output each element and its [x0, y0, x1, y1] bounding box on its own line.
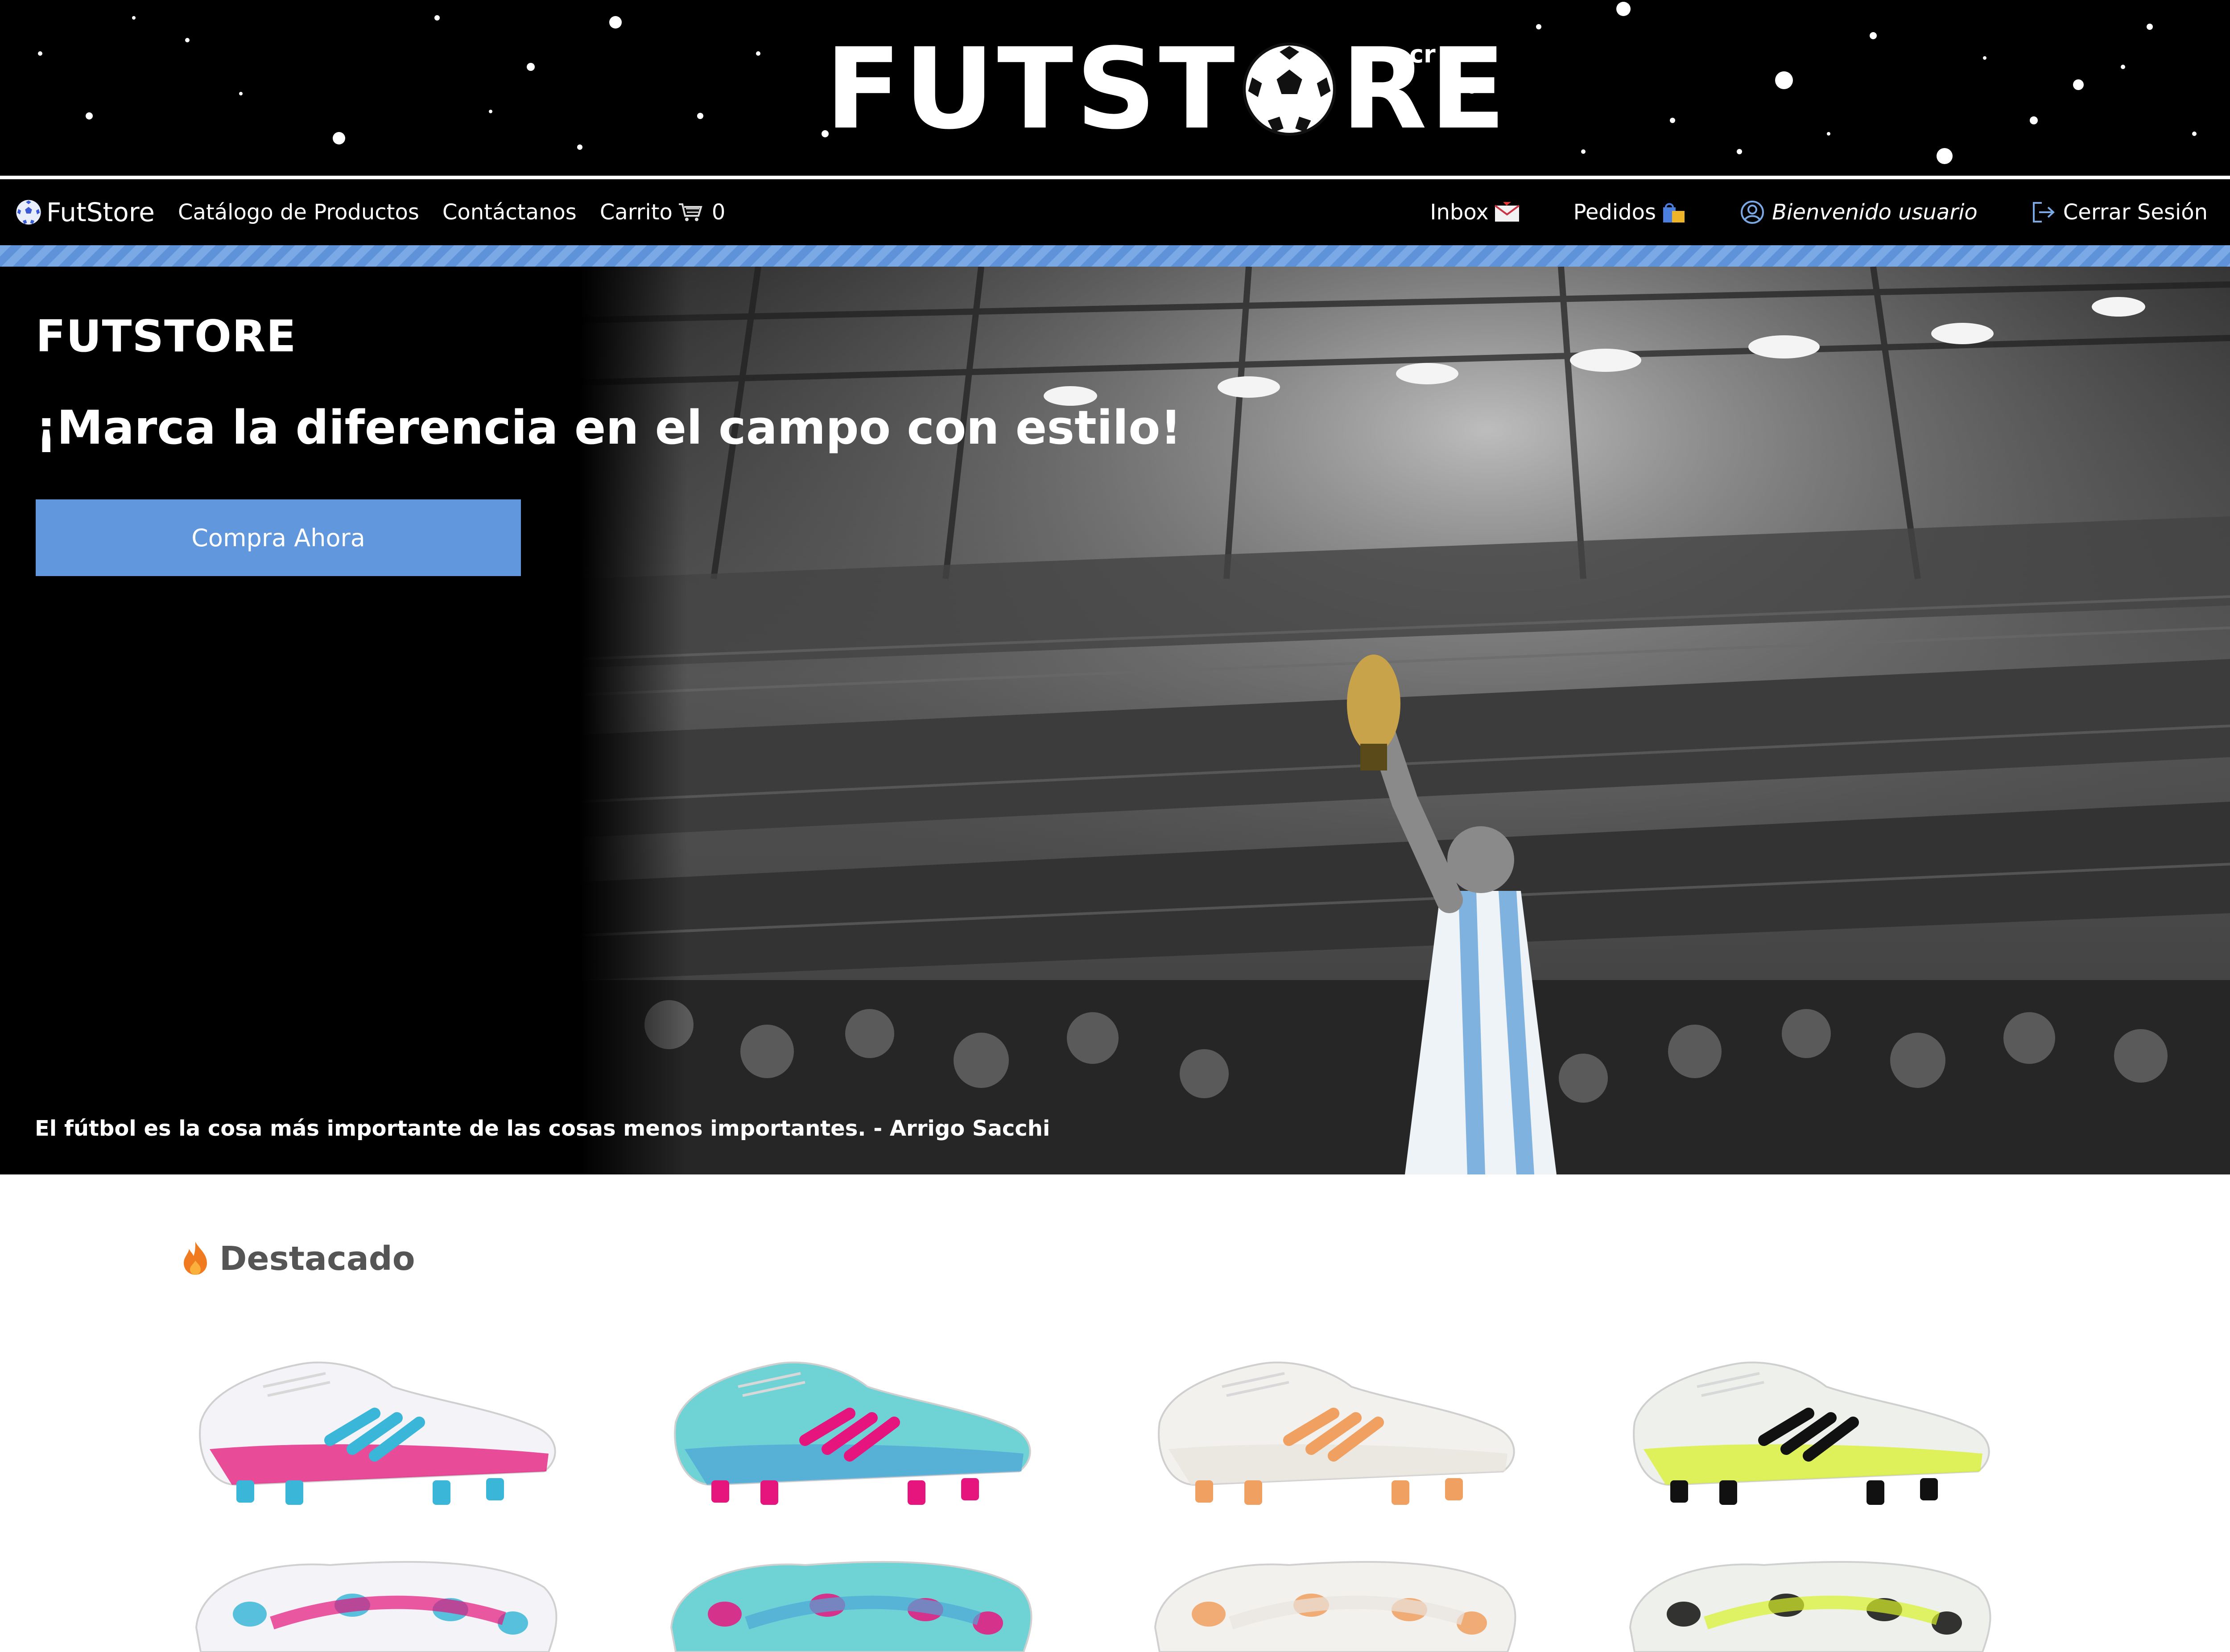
- football-boot-image: [670, 1361, 1032, 1652]
- nav-orders-link[interactable]: Pedidos: [1573, 200, 1686, 225]
- hero-quote: El fútbol es la cosa más importante de l…: [35, 1116, 1050, 1141]
- football-boot-image: [195, 1361, 558, 1652]
- cart-count: 0: [711, 200, 726, 225]
- nav-catalog-link[interactable]: Catálogo de Productos: [178, 200, 419, 225]
- logo-text-left: FUTST: [825, 24, 1238, 154]
- hero-section: FUTSTORE ¡Marca la diferencia en el camp…: [0, 267, 2230, 1174]
- user-circle-icon: [1741, 201, 1764, 224]
- featured-heading: Destacado: [182, 1240, 415, 1278]
- product-card[interactable]: [658, 1338, 1037, 1652]
- soccer-ball-icon: [16, 200, 41, 225]
- nav-logout-link[interactable]: Cerrar Sesión: [2031, 200, 2208, 225]
- banner-divider: [0, 176, 2230, 179]
- orders-label: Pedidos: [1573, 200, 1656, 225]
- shopping-bags-icon: [1663, 203, 1685, 222]
- logo-superscript: cr: [1409, 40, 1436, 68]
- futstore-logo[interactable]: FUTST RE: [825, 24, 1508, 154]
- cart-label: Carrito: [599, 200, 673, 225]
- hero-brand-title: FUTSTORE: [36, 311, 297, 362]
- product-card[interactable]: [1142, 1338, 1521, 1652]
- featured-heading-label: Destacado: [219, 1240, 415, 1278]
- logout-label: Cerrar Sesión: [2063, 200, 2208, 225]
- product-card[interactable]: [183, 1338, 562, 1652]
- main-navbar: FutStore Catálogo de Productos Contáctan…: [0, 179, 2230, 245]
- inbox-label: Inbox: [1430, 200, 1489, 225]
- football-boot-image: [1154, 1361, 1516, 1652]
- navbar-brand[interactable]: FutStore: [15, 197, 155, 227]
- hero-tagline: ¡Marca la diferencia en el campo con est…: [36, 400, 1182, 455]
- top-banner: FUTST RE cr: [0, 0, 2230, 176]
- cart-icon: [678, 203, 702, 221]
- product-card[interactable]: [1617, 1338, 1996, 1652]
- soccer-ball-icon: [1243, 42, 1336, 136]
- logout-icon: [2032, 202, 2055, 222]
- nav-inbox-link[interactable]: Inbox: [1430, 200, 1520, 225]
- shop-now-button[interactable]: Compra Ahora: [36, 499, 521, 576]
- welcome-label: Bienvenido usuario: [1772, 200, 1978, 225]
- football-boot-image: [1629, 1361, 1991, 1652]
- navbar-right: Inbox Pedidos Bienvenido usuario Cerrar …: [1430, 179, 2208, 245]
- envelope-icon: [1494, 202, 1520, 222]
- navbar-left: FutStore Catálogo de Productos Contáctan…: [15, 179, 748, 245]
- accent-stripe: [0, 245, 2230, 267]
- navbar-brand-label: FutStore: [46, 197, 155, 227]
- nav-user-welcome[interactable]: Bienvenido usuario: [1740, 200, 1978, 225]
- nav-contact-link[interactable]: Contáctanos: [442, 200, 577, 225]
- fire-icon: [184, 1242, 207, 1275]
- nav-cart-link[interactable]: Carrito 0: [600, 200, 726, 225]
